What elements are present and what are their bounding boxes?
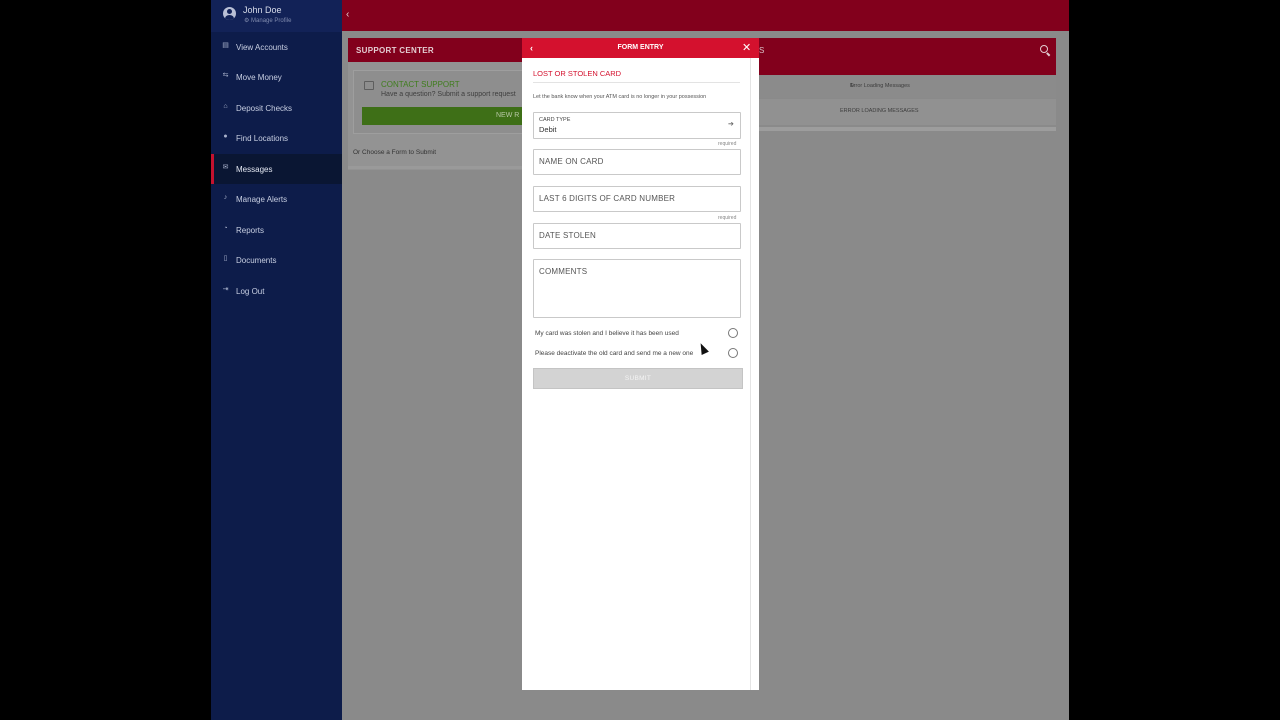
choose-form-label: Or Choose a Form to Submit bbox=[353, 149, 437, 156]
error-banner: Error Loading Messages ↻ bbox=[759, 76, 1056, 98]
collapse-sidebar-chevron-icon[interactable]: ‹ bbox=[346, 9, 349, 20]
card-type-select[interactable]: CARD TYPE Debit ➔ bbox=[533, 112, 741, 139]
sidebar-item-messages[interactable]: ✉ Messages bbox=[211, 154, 342, 184]
bank-icon: ⌂ bbox=[223, 103, 228, 110]
divider bbox=[759, 127, 1056, 131]
chat-bubble-icon bbox=[364, 81, 374, 90]
close-icon[interactable]: ✕ bbox=[742, 41, 751, 54]
divider bbox=[348, 166, 528, 169]
messages-panel: S Error Loading Messages ↻ ERROR LOADING… bbox=[759, 38, 1056, 133]
sidebar-item-label: Deposit Checks bbox=[236, 104, 293, 113]
envelope-icon: ✉ bbox=[222, 164, 229, 171]
contact-support-subtitle: Have a question? Submit a support reques… bbox=[381, 91, 516, 98]
sidebar-item-find-locations[interactable]: ● Find Locations bbox=[211, 123, 342, 153]
required-label: required bbox=[718, 141, 737, 147]
sidebar-item-view-accounts[interactable]: ▤ View Accounts bbox=[211, 32, 342, 62]
manage-profile-link[interactable]: ⚙ Manage Profile bbox=[244, 17, 291, 24]
sidebar-item-label: Documents bbox=[236, 256, 277, 265]
logout-icon: ⇥ bbox=[222, 286, 229, 293]
support-center-title: SUPPORT CENTER bbox=[356, 46, 434, 55]
sidebar-item-label: Find Locations bbox=[236, 134, 289, 143]
sidebar-item-manage-alerts[interactable]: ♪ Manage Alerts bbox=[211, 184, 342, 214]
user-avatar-icon bbox=[223, 7, 236, 20]
sidebar-item-deposit-checks[interactable]: ⌂ Deposit Checks bbox=[211, 93, 342, 123]
support-center-panel: SUPPORT CENTER CONTACT SUPPORT Have a qu… bbox=[348, 38, 530, 170]
search-icon[interactable] bbox=[1040, 45, 1048, 53]
last-6-digits-field[interactable]: LAST 6 DIGITS OF CARD NUMBER bbox=[533, 186, 741, 212]
support-center-header: SUPPORT CENTER bbox=[348, 38, 528, 62]
accounts-icon: ▤ bbox=[222, 42, 229, 49]
form-heading: LOST OR STOLEN CARD bbox=[533, 69, 622, 78]
sidebar-item-label: Messages bbox=[236, 165, 273, 174]
sidebar-item-label: Reports bbox=[236, 226, 265, 235]
document-icon: ▯ bbox=[223, 255, 228, 262]
sidebar-item-label: Manage Alerts bbox=[236, 195, 288, 204]
last-6-digits-placeholder: LAST 6 DIGITS OF CARD NUMBER bbox=[539, 194, 676, 203]
sidebar-item-label: Log Out bbox=[236, 287, 265, 296]
refresh-icon[interactable]: ↻ bbox=[850, 83, 855, 89]
submit-label: SUBMIT bbox=[624, 375, 652, 382]
arrow-right-icon: ➔ bbox=[728, 121, 734, 128]
option-deactivate[interactable]: Please deactivate the old card and send … bbox=[535, 348, 740, 362]
location-pin-icon: ● bbox=[223, 133, 228, 140]
card-type-label: CARD TYPE bbox=[539, 117, 571, 123]
sidebar-item-label: Move Money bbox=[236, 73, 282, 82]
contact-support-title: CONTACT SUPPORT bbox=[381, 80, 460, 89]
error-body: ERROR LOADING MESSAGES bbox=[759, 99, 1056, 125]
submit-button[interactable]: SUBMIT bbox=[533, 368, 743, 389]
option-deactivate-radio[interactable] bbox=[728, 348, 738, 358]
required-label: required bbox=[718, 215, 737, 221]
comments-textarea[interactable]: COMMENTS bbox=[533, 259, 741, 318]
new-request-label: NEW R bbox=[496, 112, 520, 119]
card-type-value: Debit bbox=[539, 125, 557, 134]
divider bbox=[533, 82, 740, 83]
modal-header: ‹ FORM ENTRY ✕ bbox=[522, 38, 759, 58]
user-name: John Doe bbox=[243, 5, 282, 15]
new-request-button[interactable]: NEW R bbox=[362, 107, 529, 125]
messages-title-fragment: S bbox=[759, 46, 765, 55]
transfer-icon: ⇆ bbox=[222, 72, 229, 79]
sidebar-item-reports[interactable]: ◔ Reports bbox=[211, 215, 342, 245]
name-on-card-placeholder: NAME ON CARD bbox=[539, 157, 604, 166]
sidebar-item-move-money[interactable]: ⇆ Move Money bbox=[211, 62, 342, 92]
sidebar-item-log-out[interactable]: ⇥ Log Out bbox=[211, 276, 342, 306]
error-body-text: ERROR LOADING MESSAGES bbox=[840, 108, 919, 114]
pie-chart-icon: ◔ bbox=[223, 225, 228, 232]
messages-header: S bbox=[759, 38, 1056, 75]
contact-support-card: CONTACT SUPPORT Have a question? Submit … bbox=[353, 70, 530, 134]
option-card-used-radio[interactable] bbox=[728, 328, 738, 338]
sidebar-item-label: View Accounts bbox=[236, 43, 288, 52]
name-on-card-field[interactable]: required NAME ON CARD bbox=[533, 141, 741, 175]
sidebar-item-documents[interactable]: ▯ Documents bbox=[211, 245, 342, 275]
form-entry-modal: ‹ FORM ENTRY ✕ LOST OR STOLEN CARD Let t… bbox=[522, 38, 759, 690]
option-deactivate-label: Please deactivate the old card and send … bbox=[535, 350, 694, 357]
modal-title: FORM ENTRY bbox=[617, 44, 664, 51]
date-stolen-placeholder: DATE STOLEN bbox=[539, 231, 597, 240]
top-bar: ‹ bbox=[342, 0, 1069, 31]
sidebar: John Doe ⚙ Manage Profile ▤ View Account… bbox=[211, 0, 342, 720]
profile-header[interactable]: John Doe ⚙ Manage Profile bbox=[211, 0, 342, 32]
error-banner-text: Error Loading Messages bbox=[850, 83, 910, 89]
form-description: Let the bank know when your ATM card is … bbox=[533, 94, 707, 100]
bell-icon: ♪ bbox=[223, 194, 228, 201]
option-card-used[interactable]: My card was stolen and I believe it has … bbox=[535, 328, 740, 342]
scrollbar[interactable] bbox=[750, 58, 751, 690]
option-card-used-label: My card was stolen and I believe it has … bbox=[535, 330, 679, 337]
date-stolen-field[interactable]: required DATE STOLEN bbox=[533, 215, 741, 249]
comments-placeholder: COMMENTS bbox=[539, 267, 588, 276]
